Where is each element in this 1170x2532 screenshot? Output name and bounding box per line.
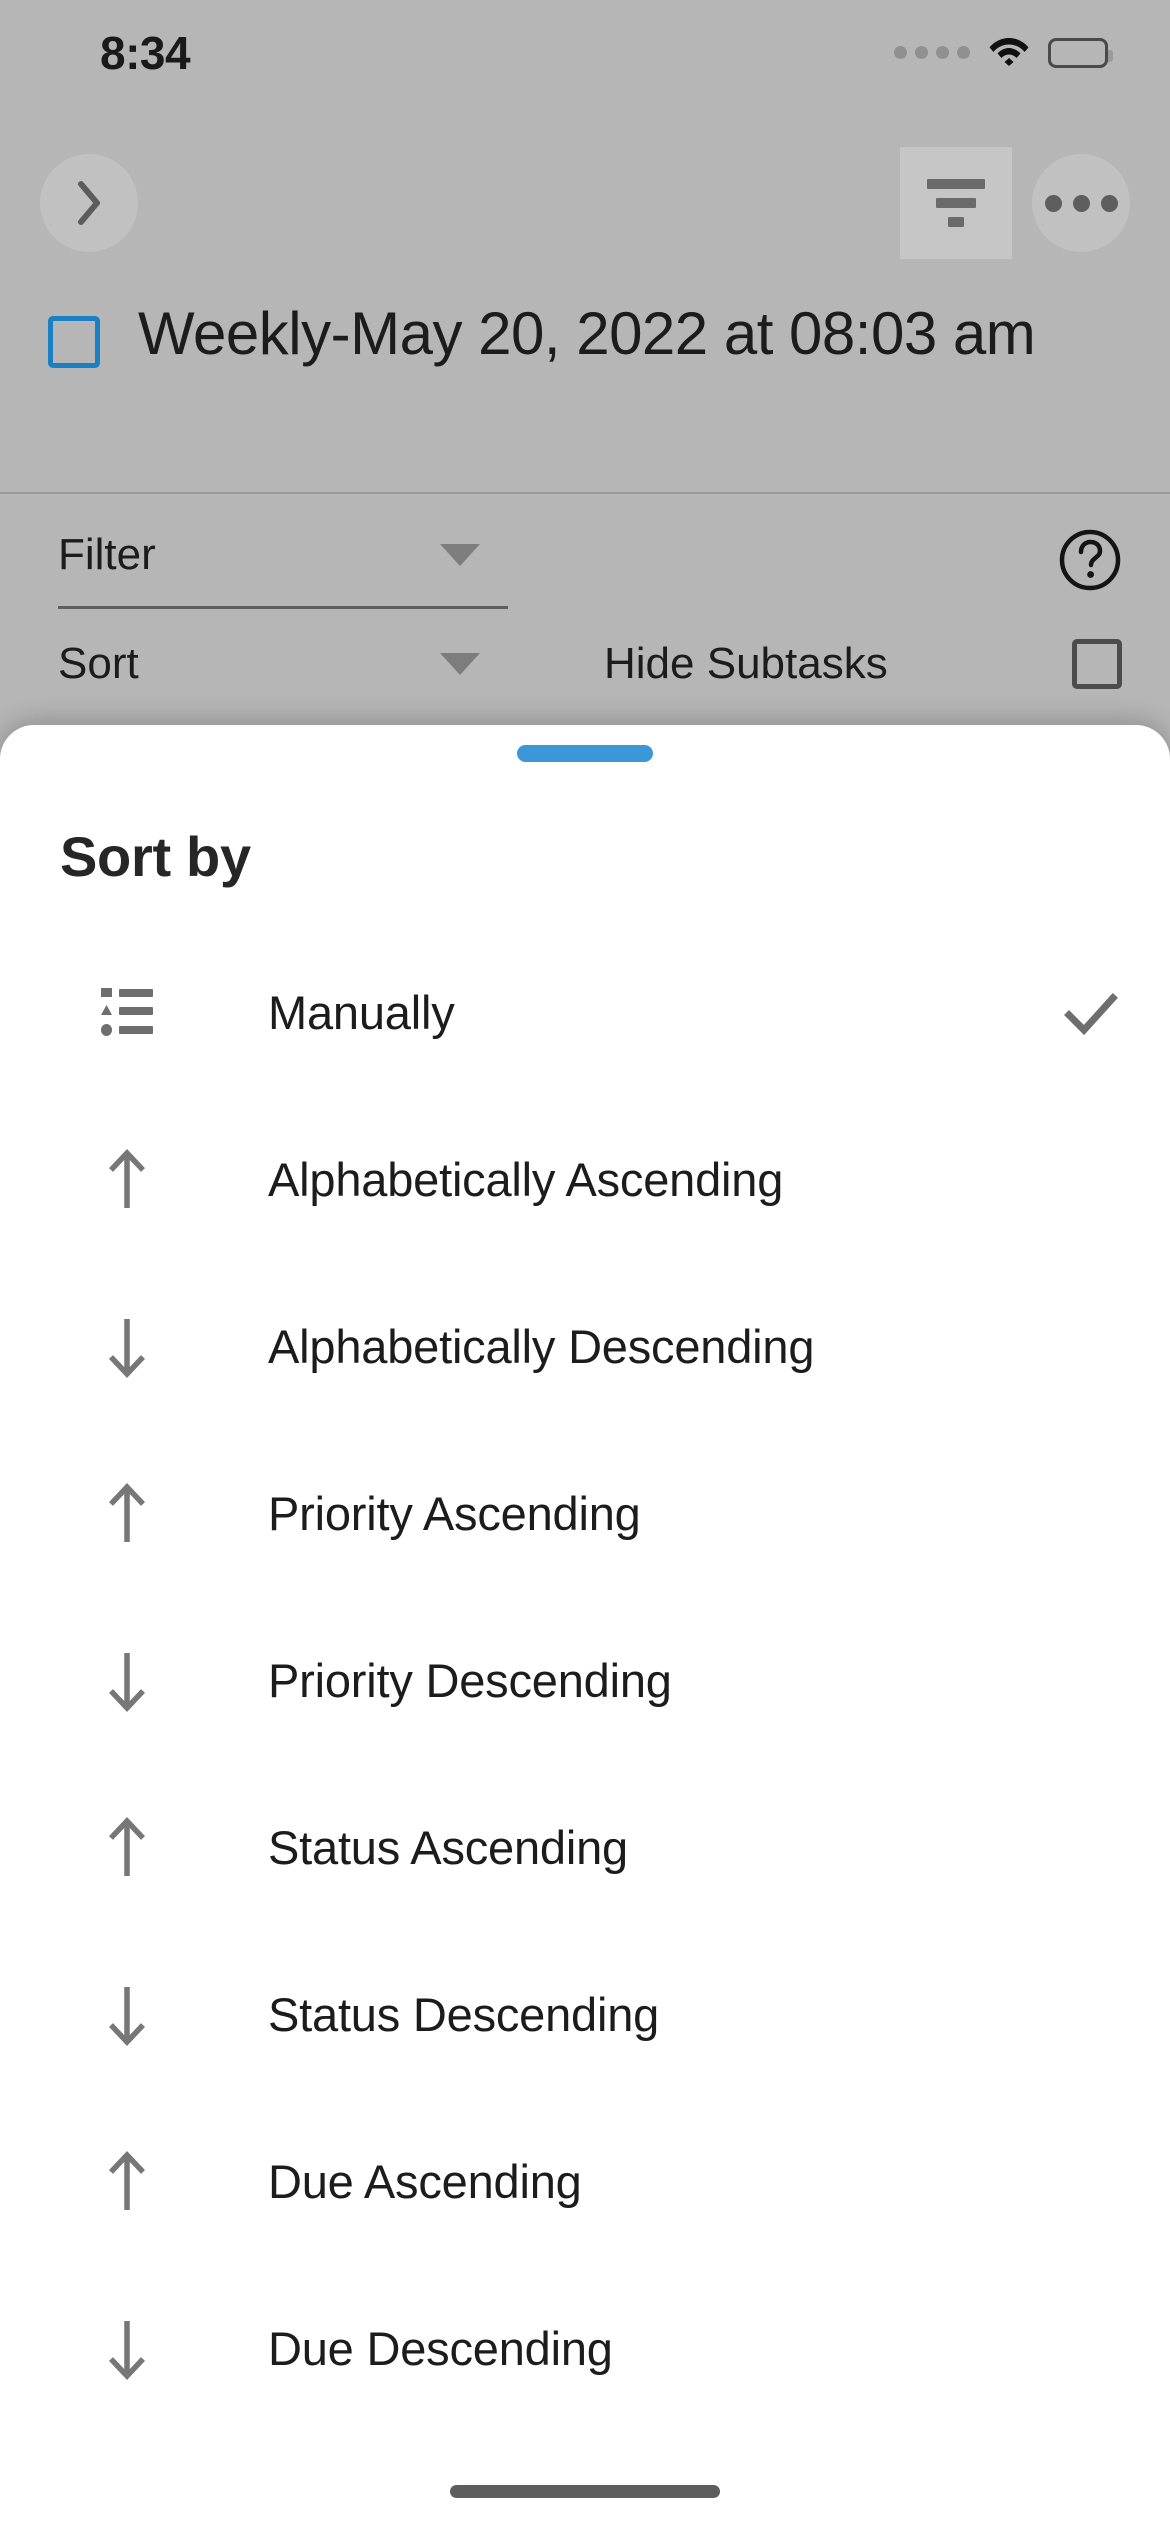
sort-option-priority-descending[interactable]: Priority Descending bbox=[0, 1597, 1170, 1764]
filter-icon bbox=[927, 179, 985, 227]
chevron-down-icon bbox=[440, 544, 480, 566]
arrow-down-icon bbox=[96, 2317, 158, 2381]
arrow-down-icon bbox=[96, 1315, 158, 1379]
sort-row: Sort Hide Subtasks bbox=[58, 633, 1122, 695]
sort-select[interactable]: Sort bbox=[58, 633, 508, 695]
status-bar: 8:34 bbox=[0, 0, 1170, 105]
sort-option-due-descending[interactable]: Due Descending bbox=[0, 2265, 1170, 2432]
back-button[interactable] bbox=[40, 154, 138, 252]
sort-options-list: Manually Alphabetically Ascending Alphab bbox=[0, 929, 1170, 2432]
sort-option-label: Manually bbox=[268, 986, 455, 1039]
sort-option-label: Priority Descending bbox=[268, 1654, 672, 1707]
sort-option-label: Alphabetically Descending bbox=[268, 1320, 815, 1373]
filter-sort-controls: Filter Sort Hide Subtasks bbox=[0, 492, 1170, 695]
sort-option-label: Priority Ascending bbox=[268, 1487, 641, 1540]
filter-button[interactable] bbox=[900, 147, 1012, 259]
wifi-icon bbox=[988, 34, 1030, 71]
sort-option-priority-ascending[interactable]: Priority Ascending bbox=[0, 1430, 1170, 1597]
list-order-icon bbox=[96, 985, 158, 1041]
sort-option-alphabetically-ascending[interactable]: Alphabetically Ascending bbox=[0, 1096, 1170, 1263]
sheet-drag-handle[interactable] bbox=[517, 745, 653, 762]
status-bar-time: 8:34 bbox=[100, 26, 191, 79]
sort-option-status-ascending[interactable]: Status Ascending bbox=[0, 1764, 1170, 1931]
filter-label: Filter bbox=[58, 530, 156, 579]
battery-full-icon bbox=[1048, 37, 1113, 68]
navigation-bar bbox=[0, 147, 1170, 259]
sheet-title: Sort by bbox=[60, 825, 251, 888]
sort-option-manually[interactable]: Manually bbox=[0, 929, 1170, 1096]
chevron-down-icon bbox=[440, 653, 480, 675]
home-indicator[interactable] bbox=[450, 2485, 720, 2498]
more-options-button[interactable] bbox=[1032, 154, 1130, 252]
help-circle-icon[interactable] bbox=[1058, 528, 1122, 592]
sort-option-status-descending[interactable]: Status Descending bbox=[0, 1931, 1170, 2098]
filter-row: Filter bbox=[58, 524, 1122, 609]
sort-option-label: Status Ascending bbox=[268, 1821, 628, 1874]
chevron-right-icon bbox=[78, 181, 100, 225]
sort-option-label: Due Ascending bbox=[268, 2155, 582, 2208]
sort-option-due-ascending[interactable]: Due Ascending bbox=[0, 2098, 1170, 2265]
sort-option-label: Due Descending bbox=[268, 2322, 613, 2375]
filter-select[interactable]: Filter bbox=[58, 524, 508, 609]
filter-underline bbox=[58, 606, 508, 609]
hide-subtasks-checkbox[interactable] bbox=[1072, 639, 1122, 689]
arrow-up-icon bbox=[96, 1482, 158, 1546]
sort-option-label: Status Descending bbox=[268, 1988, 660, 2041]
arrow-down-icon bbox=[96, 1649, 158, 1713]
signal-dots-icon bbox=[894, 46, 970, 59]
list-title-row: Weekly-May 20, 2022 at 08:03 am bbox=[0, 300, 1170, 368]
arrow-up-icon bbox=[96, 2150, 158, 2214]
arrow-up-icon bbox=[96, 1816, 158, 1880]
arrow-up-icon bbox=[96, 1148, 158, 1212]
status-bar-indicators bbox=[894, 34, 1113, 71]
page-title: Weekly-May 20, 2022 at 08:03 am bbox=[138, 300, 1036, 367]
hide-subtasks-label: Hide Subtasks bbox=[604, 639, 888, 688]
list-title-checkbox[interactable] bbox=[48, 316, 100, 368]
more-horizontal-icon bbox=[1044, 194, 1118, 212]
sort-label: Sort bbox=[58, 639, 139, 688]
check-icon bbox=[1060, 982, 1122, 1044]
arrow-down-icon bbox=[96, 1983, 158, 2047]
sort-option-alphabetically-descending[interactable]: Alphabetically Descending bbox=[0, 1263, 1170, 1430]
sort-by-bottom-sheet: Sort by Manually Alphabetically Ascendin… bbox=[0, 725, 1170, 2532]
sort-option-label: Alphabetically Ascending bbox=[268, 1153, 784, 1206]
